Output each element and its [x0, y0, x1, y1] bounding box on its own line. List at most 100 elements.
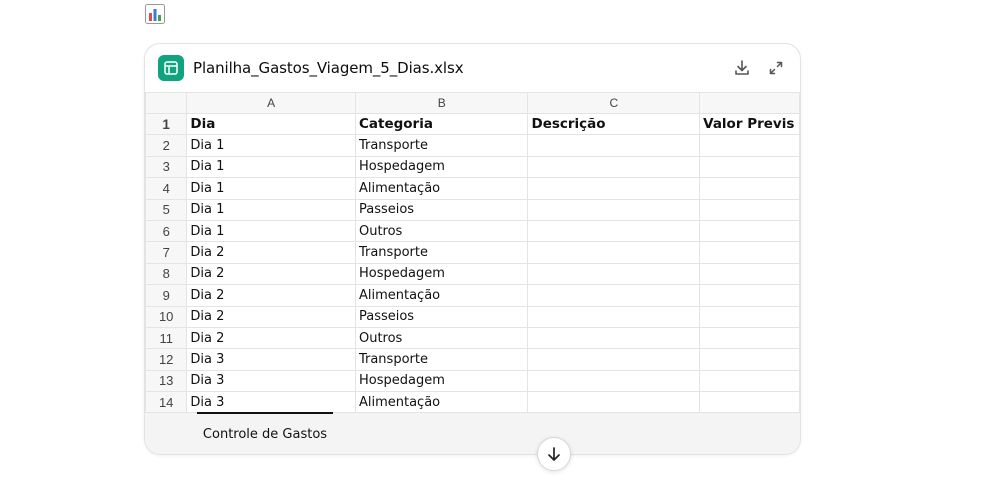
- cell[interactable]: Dia 2: [186, 305, 356, 328]
- cell[interactable]: [527, 284, 701, 307]
- cell[interactable]: Transporte: [354, 241, 529, 264]
- cell[interactable]: Outros: [354, 326, 529, 350]
- bar-chart-emoji-icon: [145, 4, 165, 24]
- cell[interactable]: [699, 305, 800, 328]
- cell[interactable]: [527, 305, 701, 328]
- row-number[interactable]: 2: [145, 134, 188, 157]
- cell[interactable]: Hospedagem: [354, 262, 529, 286]
- cell[interactable]: [699, 348, 800, 371]
- table-row: 4 Dia 1 Alimentação: [145, 177, 800, 200]
- cell[interactable]: Dia: [186, 112, 356, 136]
- table-row: 6 Dia 1 Outros: [145, 219, 800, 243]
- cell[interactable]: [527, 391, 701, 412]
- expand-button[interactable]: [765, 57, 787, 79]
- cell[interactable]: [699, 326, 800, 350]
- row-number[interactable]: 10: [145, 305, 188, 328]
- table-row: 7 Dia 2 Transporte: [145, 241, 800, 264]
- cell[interactable]: Categoria: [354, 112, 529, 136]
- spreadsheet-preview-card: Planilha_Gastos_Viagem_5_Dias.xlsx A B C: [144, 43, 801, 455]
- column-header[interactable]: [699, 92, 800, 114]
- row-number[interactable]: 5: [145, 198, 188, 221]
- cell[interactable]: Alimentação: [354, 391, 529, 412]
- table-row: 8 Dia 2 Hospedagem: [145, 262, 800, 286]
- cell[interactable]: Alimentação: [354, 177, 529, 200]
- row-number[interactable]: 6: [145, 219, 188, 243]
- download-button[interactable]: [731, 57, 753, 79]
- row-number[interactable]: 8: [145, 262, 188, 286]
- card-header: Planilha_Gastos_Viagem_5_Dias.xlsx: [145, 44, 800, 92]
- cell[interactable]: Dia 3: [186, 391, 356, 412]
- table-row: 11 Dia 2 Outros: [145, 326, 800, 350]
- cell[interactable]: Dia 1: [186, 219, 356, 243]
- cell[interactable]: [527, 241, 701, 264]
- cell[interactable]: [699, 177, 800, 200]
- column-header[interactable]: A: [186, 92, 356, 114]
- cell[interactable]: Dia 2: [186, 262, 356, 286]
- file-name: Planilha_Gastos_Viagem_5_Dias.xlsx: [193, 59, 464, 77]
- cell[interactable]: [527, 348, 701, 371]
- arrow-down-icon: [548, 447, 560, 461]
- cell[interactable]: Dia 1: [186, 177, 356, 200]
- cell[interactable]: [699, 391, 800, 412]
- cell[interactable]: Dia 1: [186, 198, 356, 221]
- cell[interactable]: [699, 284, 800, 307]
- spreadsheet-grid[interactable]: A B C 1 Dia Categoria Descrição Valor Previs…: [145, 92, 800, 412]
- cell[interactable]: [527, 177, 701, 200]
- row-number[interactable]: 1: [145, 112, 188, 136]
- corner-cell[interactable]: [145, 92, 188, 114]
- download-icon: [735, 60, 749, 75]
- spreadsheet-icon: [158, 55, 184, 81]
- cell[interactable]: Dia 1: [186, 155, 356, 179]
- cell[interactable]: [527, 326, 701, 350]
- table-row: 3 Dia 1 Hospedagem: [145, 155, 800, 179]
- table-row: 10 Dia 2 Passeios: [145, 305, 800, 328]
- row-number[interactable]: 13: [145, 369, 188, 393]
- cell[interactable]: Passeios: [354, 198, 529, 221]
- cell[interactable]: [527, 262, 701, 286]
- cell[interactable]: Transporte: [354, 134, 529, 157]
- cell[interactable]: [699, 241, 800, 264]
- column-header[interactable]: C: [527, 92, 701, 114]
- cell[interactable]: [527, 198, 701, 221]
- cell[interactable]: Hospedagem: [354, 369, 529, 393]
- sheet-tabs-bar: Controle de Gastos: [145, 412, 800, 454]
- cell[interactable]: [527, 369, 701, 393]
- cell[interactable]: Valor Previs: [699, 112, 800, 136]
- row-number[interactable]: 12: [145, 348, 188, 371]
- row-number[interactable]: 9: [145, 284, 188, 307]
- cell[interactable]: [527, 155, 701, 179]
- cell[interactable]: [699, 219, 800, 243]
- cell[interactable]: Passeios: [354, 305, 529, 328]
- row-number[interactable]: 7: [145, 241, 188, 264]
- row-number[interactable]: 4: [145, 177, 188, 200]
- column-header[interactable]: B: [354, 92, 529, 114]
- cell[interactable]: Alimentação: [354, 284, 529, 307]
- cell[interactable]: Outros: [354, 219, 529, 243]
- cell[interactable]: [699, 369, 800, 393]
- table-row: 12 Dia 3 Transporte: [145, 348, 800, 371]
- table-row: 2 Dia 1 Transporte: [145, 134, 800, 157]
- cell[interactable]: Dia 3: [186, 348, 356, 371]
- cell[interactable]: Dia 1: [186, 134, 356, 157]
- cell[interactable]: Hospedagem: [354, 155, 529, 179]
- table-row: 14 Dia 3 Alimentação: [145, 391, 800, 412]
- cell[interactable]: Dia 2: [186, 241, 356, 264]
- cell[interactable]: Dia 2: [186, 284, 356, 307]
- cell[interactable]: [699, 198, 800, 221]
- scroll-down-button[interactable]: [537, 437, 571, 471]
- cell[interactable]: Transporte: [354, 348, 529, 371]
- row-number[interactable]: 14: [145, 391, 188, 412]
- cell[interactable]: [527, 219, 701, 243]
- cell[interactable]: Descrição: [527, 112, 701, 136]
- cell[interactable]: Dia 3: [186, 369, 356, 393]
- table-row: 1 Dia Categoria Descrição Valor Previs: [145, 112, 800, 136]
- row-number[interactable]: 3: [145, 155, 188, 179]
- cell[interactable]: [699, 262, 800, 286]
- cell[interactable]: [699, 134, 800, 157]
- cell[interactable]: [527, 134, 701, 157]
- cell[interactable]: [699, 155, 800, 179]
- row-number[interactable]: 11: [145, 326, 188, 350]
- cell[interactable]: Dia 2: [186, 326, 356, 350]
- table-row: 13 Dia 3 Hospedagem: [145, 369, 800, 393]
- sheet-tab-controle-de-gastos[interactable]: Controle de Gastos: [197, 412, 333, 452]
